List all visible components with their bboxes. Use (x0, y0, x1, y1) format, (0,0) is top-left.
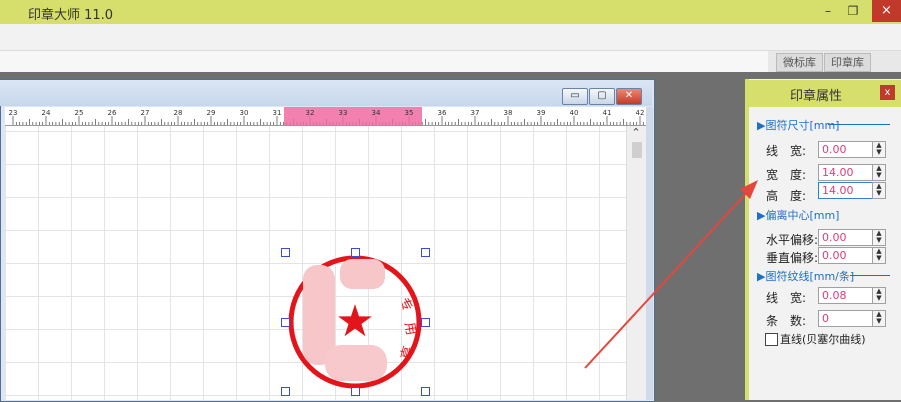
minimize-button[interactable]: – (820, 4, 836, 18)
width-input[interactable]: 14.00 (818, 164, 875, 181)
vertical-offset-input[interactable]: 0.00 (818, 247, 875, 264)
ruler-tick-label: 31 (273, 109, 282, 117)
section-symbol-size: ▶图符尺寸[mm] (757, 119, 840, 132)
ruler-tick-label: 28 (174, 109, 183, 117)
label-stroke-width: 线 宽: (766, 291, 807, 305)
resize-handle-left[interactable] (281, 318, 290, 327)
doc-close-button[interactable]: ✕ (616, 88, 642, 105)
app-title: 印章大师 11.0 (28, 8, 114, 23)
line-count-input[interactable]: 0 (818, 310, 875, 327)
seal-graphic[interactable]: ★ 专 用 章 (275, 245, 440, 400)
resize-handle-top-left[interactable] (281, 248, 290, 257)
document-title-bar (0, 80, 652, 106)
label-vertical-offset: 垂直偏移: (766, 251, 819, 265)
section-divider (828, 124, 890, 125)
seal-star-icon: ★ (335, 296, 374, 347)
ruler-tick-label: 32 (306, 109, 315, 117)
ruler-tick-label: 35 (405, 109, 414, 117)
stroke-width-input[interactable]: 0.08 (818, 287, 875, 304)
horizontal-offset-spinner[interactable]: ▲ ▼ (872, 229, 886, 246)
ruler-labels: 23 24 25 26 27 28 29 30 31 32 33 34 35 36 37 38 39 40 41 42 (9, 109, 645, 117)
width-spinner[interactable]: ▲ ▼ (872, 164, 886, 181)
label-width: 宽 度: (766, 168, 807, 182)
resize-handle-bottom[interactable] (351, 387, 360, 396)
line-width-input[interactable]: 0.00 (818, 141, 875, 158)
ruler-tick-label: 39 (537, 109, 546, 117)
section-divider (850, 275, 890, 276)
line-count-spinner[interactable]: ▲ ▼ (872, 310, 886, 327)
ruler-tick-label: 37 (471, 109, 480, 117)
doc-minimize-button[interactable]: ▭ (562, 88, 588, 105)
stroke-width-spinner[interactable]: ▲ ▼ (872, 287, 886, 304)
ruler-tick-label: 34 (372, 109, 381, 117)
resize-handle-top-right[interactable] (421, 248, 430, 257)
close-button[interactable]: × (872, 0, 901, 22)
tab-logo-library[interactable]: 微标库 (776, 53, 823, 72)
label-line-count: 条 数: (766, 314, 807, 328)
menu-bar (0, 24, 901, 51)
resize-handle-bottom-right[interactable] (421, 387, 430, 396)
ruler-tick-label: 27 (141, 109, 150, 117)
panel-title: 印章属性 (790, 89, 843, 104)
vertical-offset-spinner[interactable]: ▲ ▼ (872, 247, 886, 264)
seal-blurred-text-top (340, 259, 385, 289)
line-width-spinner[interactable]: ▲ ▼ (872, 141, 886, 158)
label-line-width: 线 宽: (766, 144, 807, 158)
arrow-shaft (584, 186, 753, 369)
bezier-line-checkbox[interactable] (765, 333, 778, 346)
ruler-tick-label: 41 (603, 109, 612, 117)
tab-seal-library[interactable]: 印章库 (824, 53, 871, 72)
ruler-tick-label: 30 (240, 109, 249, 117)
ruler-tick-label: 24 (42, 109, 51, 117)
annotation-arrow (584, 180, 758, 369)
restore-button[interactable]: ❐ (845, 4, 861, 18)
bezier-line-label: 直线(贝塞尔曲线) (780, 333, 866, 346)
ruler-tick-label: 33 (339, 109, 348, 117)
resize-handle-top[interactable] (351, 248, 360, 257)
ruler-tick-label: 25 (75, 109, 84, 117)
seal-char-2: 用 (401, 321, 418, 336)
scroll-up-icon[interactable]: ⌃ (629, 126, 643, 140)
label-horizontal-offset: 水平偏移: (766, 233, 819, 247)
height-input[interactable]: 14.00 (818, 182, 875, 199)
resize-handle-right[interactable] (421, 318, 430, 327)
panel-close-button[interactable]: x (880, 85, 895, 100)
seal-char-3: 章 (396, 344, 415, 361)
ruler-tick-label: 38 (504, 109, 513, 117)
ruler-tick-label: 36 (438, 109, 447, 117)
tool-strip (0, 51, 901, 72)
ruler-tick-label: 26 (108, 109, 117, 117)
app-title-bar: 印章大师 11.0 (0, 0, 901, 24)
ruler-tick-label: 29 (207, 109, 216, 117)
ruler-tick-label: 23 (9, 109, 18, 117)
section-offset: ▶偏离中心[mm] (757, 209, 840, 222)
ruler-tick-label: 40 (570, 109, 579, 117)
library-tabs: 微标库 印章库 (768, 51, 901, 72)
scroll-thumb[interactable] (632, 142, 642, 158)
ruler-tick-label: 42 (636, 109, 645, 117)
doc-restore-button[interactable]: ▢ (589, 88, 615, 105)
seal-blurred-text-bottom (325, 345, 387, 381)
resize-handle-bottom-left[interactable] (281, 387, 290, 396)
horizontal-offset-input[interactable]: 0.00 (818, 229, 875, 246)
height-spinner[interactable]: ▲ ▼ (872, 182, 886, 199)
label-height: 高 度: (766, 189, 807, 203)
section-stroke-lines: ▶图符纹线[mm/条] (757, 270, 855, 283)
